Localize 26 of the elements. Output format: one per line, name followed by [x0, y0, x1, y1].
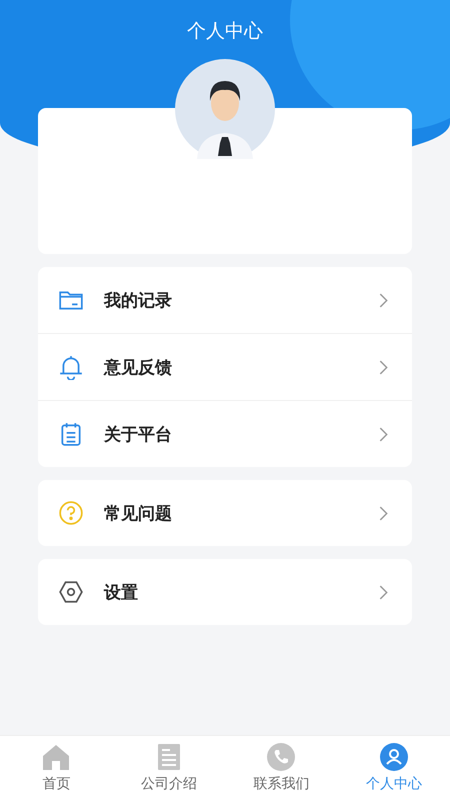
- menu-item[interactable]: 我的记录: [38, 267, 412, 333]
- menu-label: 设置: [104, 582, 139, 604]
- chevron-right-icon: [379, 584, 388, 600]
- chevron-right-icon: [379, 360, 388, 374]
- chevron-right-icon: [379, 506, 388, 520]
- tab[interactable]: 公司介绍: [112, 736, 225, 800]
- page-title: 个人中心: [187, 19, 263, 44]
- person-icon: [378, 742, 409, 772]
- tab[interactable]: 联系我们: [225, 736, 338, 800]
- phone-icon: [266, 742, 296, 772]
- menu-label: 常见问题: [104, 502, 173, 524]
- tab[interactable]: 个人中心: [338, 736, 450, 800]
- menu-item[interactable]: 常见问题: [38, 480, 412, 546]
- question-icon: [58, 500, 84, 526]
- home-icon: [41, 742, 72, 772]
- menu-item[interactable]: 设置: [38, 559, 412, 625]
- tab[interactable]: 首页: [0, 736, 112, 800]
- menu-label: 意见反馈: [104, 356, 173, 378]
- settings-icon: [58, 579, 84, 605]
- menu-label: 我的记录: [104, 290, 173, 312]
- chevron-right-icon: [379, 292, 388, 308]
- menu-label: 关于平台: [104, 424, 173, 446]
- chevron-right-icon: [379, 426, 388, 442]
- menu-item[interactable]: 关于平台: [38, 400, 412, 467]
- menu-item[interactable]: 意见反馈: [38, 333, 412, 400]
- bell-icon: [58, 354, 84, 380]
